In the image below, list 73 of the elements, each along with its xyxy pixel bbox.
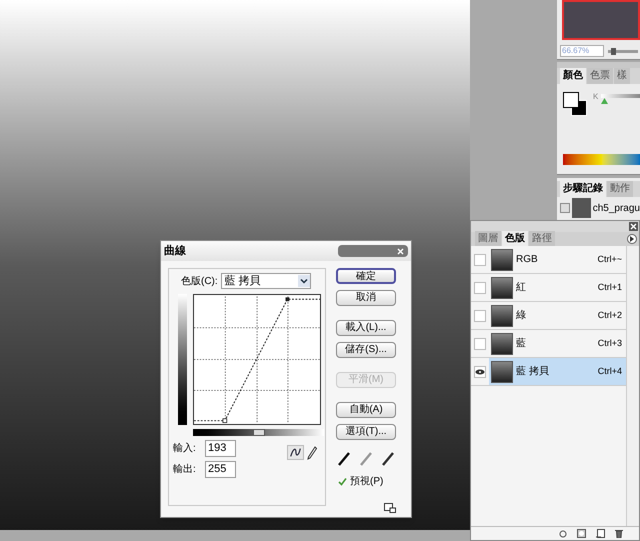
output-label: 輸出: bbox=[173, 462, 197, 477]
channel-dropdown[interactable]: 藍 拷貝 bbox=[220, 273, 311, 289]
mask-icon[interactable] bbox=[577, 529, 586, 538]
channel-name: RGB bbox=[516, 253, 539, 267]
new-page-icon[interactable] bbox=[596, 529, 605, 538]
panel-tab[interactable]: 路徑 bbox=[529, 231, 555, 246]
visibility-toggle[interactable] bbox=[474, 366, 486, 378]
channel-shortcut: Ctrl+2 bbox=[598, 308, 622, 322]
visibility-toggle[interactable] bbox=[474, 254, 486, 266]
color-spectrum[interactable] bbox=[563, 154, 640, 165]
channel-shortcut: Ctrl+3 bbox=[598, 336, 622, 350]
channel-thumbnail bbox=[491, 360, 513, 382]
channel-name: 藍 bbox=[516, 336, 527, 351]
close-icon[interactable] bbox=[629, 222, 638, 231]
channel-label: 色版(C): bbox=[181, 274, 218, 288]
channel-name: 紅 bbox=[516, 281, 527, 295]
panel-tab[interactable]: 顏色 bbox=[560, 68, 586, 84]
checkbox[interactable] bbox=[338, 477, 347, 486]
channel-row[interactable]: 綠 Ctrl+2 bbox=[489, 302, 626, 329]
zoom-slider[interactable] bbox=[608, 48, 638, 54]
close-icon[interactable] bbox=[397, 248, 404, 254]
curve-graph[interactable] bbox=[192, 294, 321, 425]
circle-icon[interactable] bbox=[559, 530, 567, 538]
panel-tab[interactable]: 色票 bbox=[587, 68, 613, 84]
dialog-button[interactable]: 自動(A) bbox=[336, 402, 396, 418]
slider-label: K bbox=[593, 91, 598, 103]
channel-row[interactable]: RGB Ctrl+~ bbox=[489, 246, 626, 273]
dialog-button[interactable]: 選項(T)... bbox=[336, 424, 396, 440]
trash-icon[interactable] bbox=[615, 529, 623, 538]
panel-tab[interactable]: 圖層 bbox=[475, 231, 501, 246]
dialog-button[interactable]: 儲存(S)... bbox=[336, 342, 396, 358]
curve-tool-icon[interactable] bbox=[287, 445, 304, 460]
chevron-down-icon bbox=[298, 275, 310, 287]
window-controls[interactable] bbox=[338, 245, 408, 257]
snapshot-thumbnail bbox=[572, 198, 591, 218]
panel-menu-icon[interactable] bbox=[627, 234, 637, 244]
panel-tab[interactable]: 步驟記錄 bbox=[560, 181, 606, 197]
input-field[interactable]: 193 bbox=[205, 440, 236, 457]
slider-thumb[interactable] bbox=[601, 98, 608, 104]
channel-shortcut: Ctrl+4 bbox=[598, 364, 622, 378]
panel-tab[interactable]: 色版 bbox=[502, 231, 528, 246]
channel-thumbnail bbox=[491, 304, 513, 326]
channel-row[interactable]: 藍 Ctrl+3 bbox=[489, 330, 626, 357]
panel-tab[interactable]: 動作 bbox=[607, 181, 633, 197]
visibility-toggle[interactable] bbox=[474, 310, 486, 322]
k-slider[interactable] bbox=[601, 94, 640, 104]
pencil-icon[interactable] bbox=[307, 446, 317, 460]
slider-handle[interactable] bbox=[253, 429, 265, 436]
resize-icon[interactable] bbox=[384, 503, 396, 513]
visibility-toggle[interactable] bbox=[474, 338, 486, 350]
panel-tab[interactable]: 樣 bbox=[614, 68, 630, 84]
channel-row[interactable]: 藍 拷貝 Ctrl+4 bbox=[489, 358, 626, 385]
dialog-button[interactable]: 確定 bbox=[336, 268, 396, 284]
color-swatches[interactable] bbox=[563, 92, 587, 116]
channel-thumbnail bbox=[491, 276, 513, 298]
history-item[interactable]: ch5_pragu bbox=[592, 200, 640, 216]
output-field[interactable]: 255 bbox=[205, 461, 236, 478]
dialog-title: 曲線 bbox=[164, 244, 186, 259]
slider-thumb[interactable] bbox=[610, 48, 616, 54]
checkbox-label: 預視(P) bbox=[350, 474, 384, 489]
channel-shortcut: Ctrl+~ bbox=[597, 252, 622, 266]
input-label: 輸入: bbox=[173, 442, 197, 456]
channel-thumbnail bbox=[491, 332, 513, 354]
channel-shortcut: Ctrl+1 bbox=[598, 280, 622, 294]
dialog-button[interactable]: 載入(L)... bbox=[336, 320, 396, 336]
channel-name: 藍 拷貝 bbox=[516, 364, 550, 379]
visibility-toggle[interactable] bbox=[474, 282, 486, 294]
channel-row[interactable]: 紅 Ctrl+1 bbox=[489, 274, 626, 301]
channel-thumbnail bbox=[491, 248, 513, 270]
channel-name: 綠 bbox=[516, 308, 527, 323]
scrollbar[interactable] bbox=[627, 246, 639, 526]
dialog-button[interactable]: 取消 bbox=[336, 290, 396, 306]
history-brush-box[interactable] bbox=[560, 203, 570, 213]
